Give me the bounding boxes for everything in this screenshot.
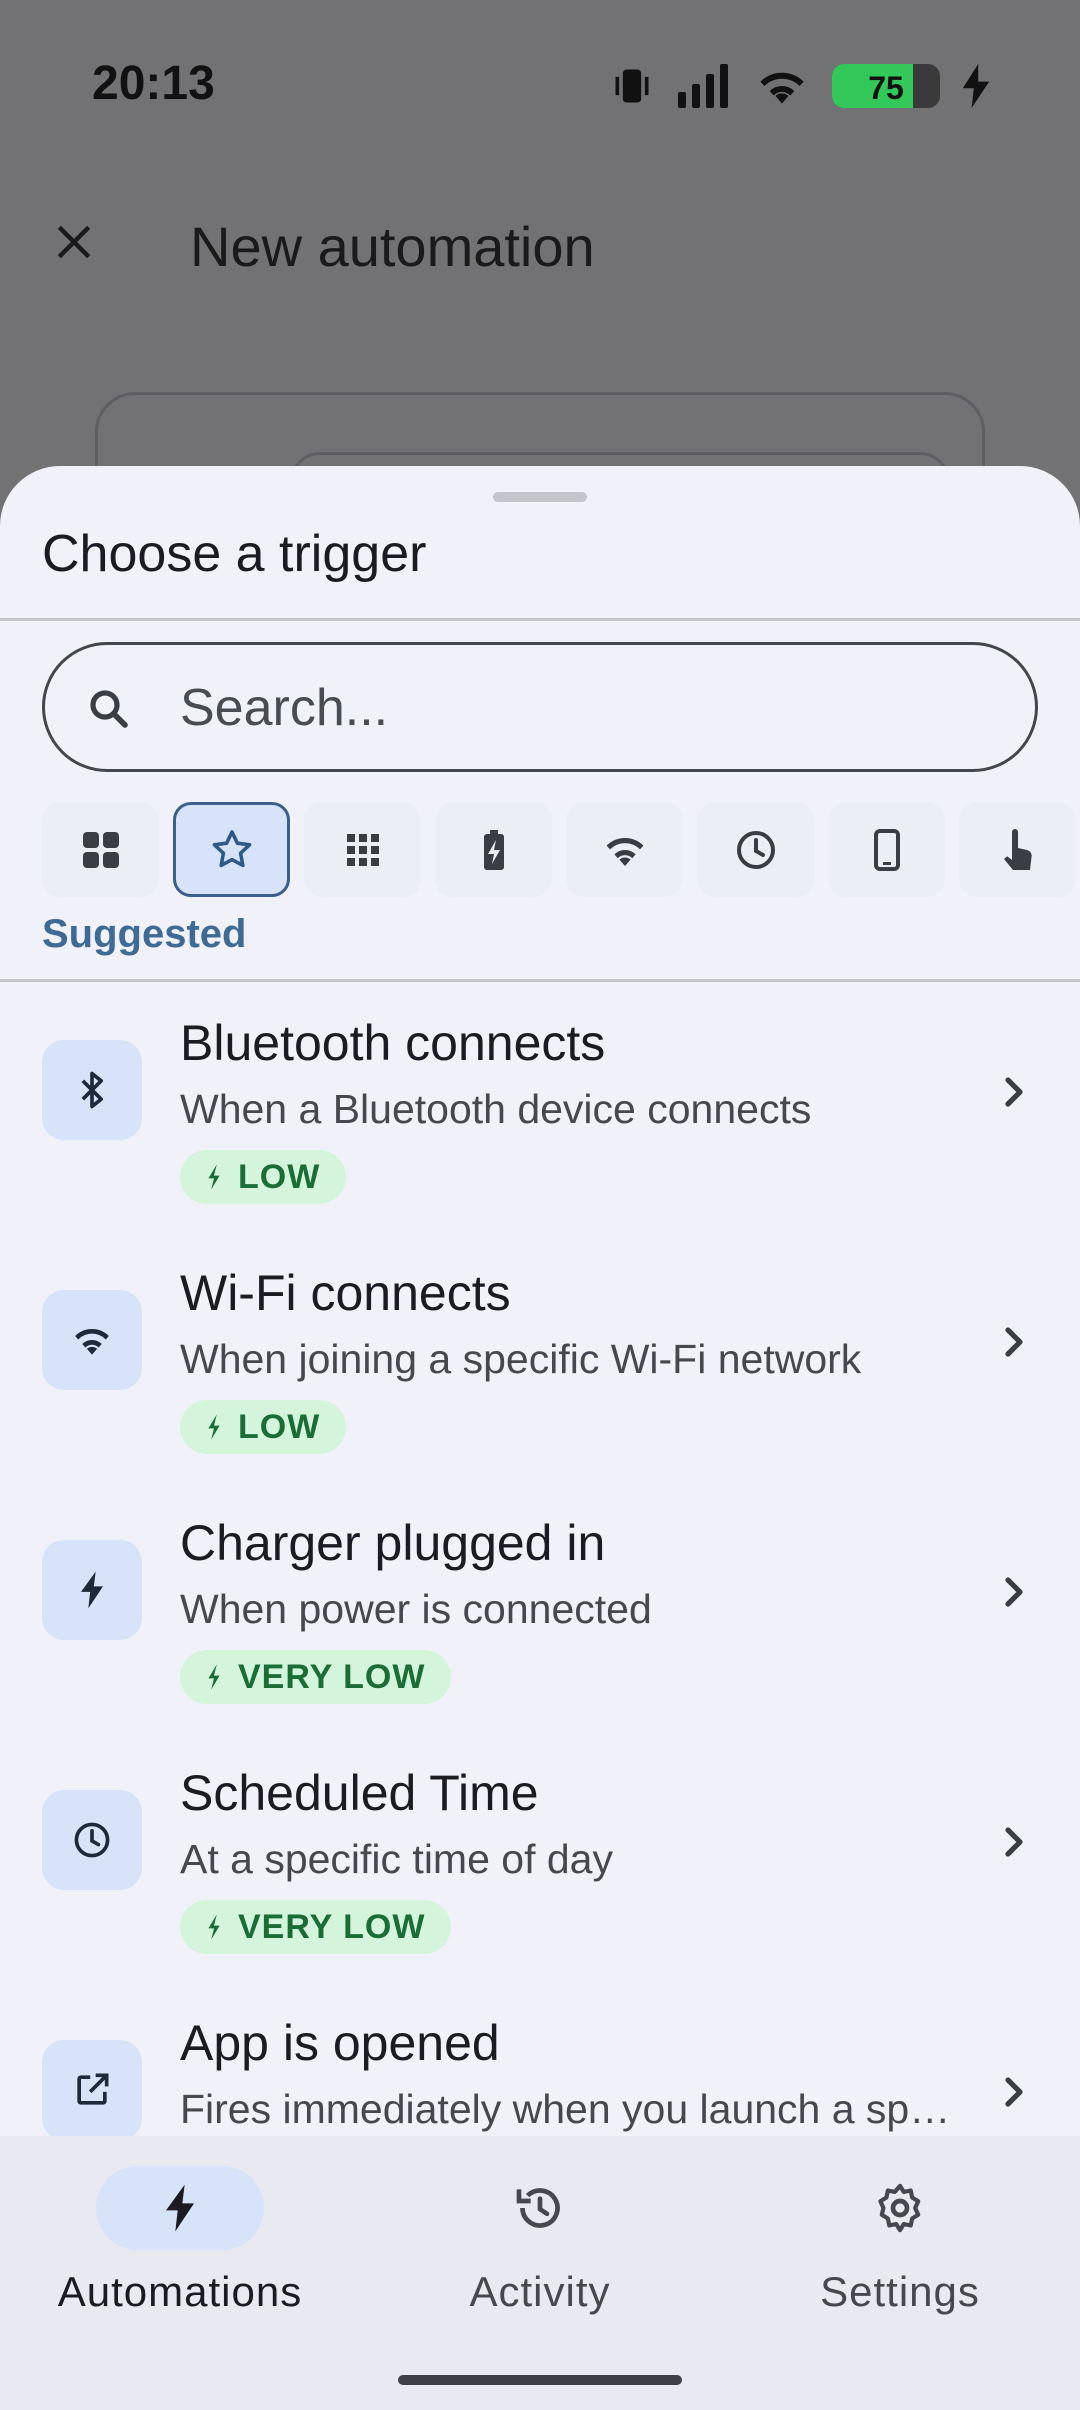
- search-field[interactable]: [42, 642, 1038, 772]
- chip-device[interactable]: [828, 802, 945, 897]
- chip-suggested[interactable]: [173, 802, 290, 897]
- gear-icon: [878, 2183, 921, 2233]
- search-icon: [90, 690, 128, 728]
- chip-gesture[interactable]: [959, 802, 1076, 897]
- home-indicator[interactable]: [398, 2375, 682, 2385]
- status-bar: 20:13 75: [0, 0, 1080, 170]
- wifi-icon: [606, 837, 643, 866]
- trigger-bottom-sheet: Choose a trigger Suggested: [0, 466, 1080, 2136]
- chip-network[interactable]: [566, 802, 683, 897]
- close-icon[interactable]: [52, 220, 96, 264]
- bluetooth-icon: [81, 1071, 103, 1109]
- chip-apps[interactable]: [304, 802, 421, 897]
- vibrate-icon: [615, 69, 649, 103]
- chevron-right-icon: [1005, 2077, 1023, 2107]
- item-subtitle: At a specific time of day: [180, 1836, 613, 1882]
- item-title: Scheduled Time: [180, 1765, 539, 1821]
- open-app-icon: [77, 2073, 109, 2105]
- item-subtitle: When power is connected: [180, 1586, 652, 1632]
- item-icon-container: [42, 1040, 142, 1140]
- nav-label: Activity: [469, 2268, 611, 2315]
- bottom-navigation: Automations Activity Settings: [0, 2136, 1080, 2410]
- battery-indicator: 75: [832, 64, 940, 108]
- nav-indicator: [96, 2166, 264, 2250]
- battery-impact-badge: VERY LOW: [180, 1900, 452, 1954]
- divider: [0, 979, 1080, 982]
- item-subtitle: When a Bluetooth device connects: [180, 1086, 812, 1132]
- status-time: 20:13: [92, 57, 215, 110]
- signal-icon: [678, 64, 728, 108]
- background-app-bar: New automation: [0, 190, 1080, 300]
- search-input[interactable]: [180, 677, 980, 739]
- charging-icon: [962, 64, 990, 108]
- nav-indicator: [456, 2166, 624, 2250]
- nav-activity[interactable]: Activity: [390, 2166, 690, 2346]
- phone-icon: [873, 828, 900, 871]
- grid-icon: [82, 831, 119, 868]
- badge-label: VERY LOW: [238, 1907, 426, 1946]
- wifi-status-icon: [760, 72, 804, 104]
- battery-percent: 75: [868, 70, 904, 106]
- item-subtitle: Fires immediately when you launch a spec…: [180, 2086, 970, 2132]
- battery-impact-badge: VERY LOW: [180, 1650, 452, 1704]
- nav-settings[interactable]: Settings: [750, 2166, 1050, 2346]
- chip-battery[interactable]: [435, 802, 552, 897]
- badge-label: VERY LOW: [238, 1657, 426, 1696]
- touch-icon: [1003, 828, 1032, 870]
- bolt-icon: [166, 2184, 194, 2232]
- item-title: App is opened: [180, 2015, 500, 2071]
- bolt-small-icon: [208, 1914, 220, 1940]
- battery-charging-icon: [483, 829, 504, 870]
- bolt-small-icon: [208, 1414, 220, 1440]
- bolt-small-icon: [208, 1164, 220, 1190]
- chevron-right-icon: [1005, 1827, 1023, 1857]
- item-title: Bluetooth connects: [180, 1015, 606, 1071]
- sheet-drag-handle[interactable]: [493, 492, 587, 502]
- item-icon-container: [42, 1540, 142, 1640]
- chevron-right-icon: [1005, 1077, 1023, 1107]
- apps-icon: [346, 833, 379, 866]
- trigger-item-bluetooth[interactable]: Bluetooth connects When a Bluetooth devi…: [0, 984, 1080, 1234]
- background-title: New automation: [190, 215, 595, 278]
- trigger-item-charger[interactable]: Charger plugged in When power is connect…: [0, 1484, 1080, 1734]
- nav-automations[interactable]: Automations: [30, 2166, 330, 2346]
- bolt-icon: [81, 1571, 103, 1609]
- nav-indicator: [816, 2166, 984, 2250]
- clock-icon: [736, 830, 775, 869]
- badge-label: LOW: [238, 1157, 321, 1196]
- sheet-title: Choose a trigger: [42, 525, 427, 583]
- chip-time[interactable]: [697, 802, 814, 897]
- item-title: Charger plugged in: [180, 1515, 606, 1571]
- item-subtitle: When joining a specific Wi-Fi network: [180, 1336, 862, 1382]
- chevron-right-icon: [1005, 1327, 1023, 1357]
- item-icon-container: [42, 1290, 142, 1390]
- item-title: Wi-Fi connects: [180, 1265, 511, 1321]
- trigger-item-app-opened[interactable]: App is opened Fires immediately when you…: [0, 1984, 1080, 2136]
- trigger-item-wifi[interactable]: Wi-Fi connects When joining a specific W…: [0, 1234, 1080, 1484]
- nav-label: Automations: [57, 2268, 303, 2315]
- item-icon-container: [42, 2040, 142, 2136]
- bolt-small-icon: [208, 1664, 220, 1690]
- status-icons: 75: [610, 60, 990, 112]
- chevron-right-icon: [1005, 1577, 1023, 1607]
- category-label: Suggested: [42, 912, 247, 956]
- badge-label: LOW: [238, 1407, 321, 1446]
- clock-icon: [74, 1822, 110, 1858]
- trigger-item-scheduled-time[interactable]: Scheduled Time At a specific time of day…: [0, 1734, 1080, 1984]
- star-icon: [212, 829, 251, 867]
- nav-label: Settings: [820, 2268, 980, 2315]
- item-icon-container: [42, 1790, 142, 1890]
- battery-impact-badge: LOW: [180, 1150, 347, 1204]
- history-icon: [516, 2188, 560, 2228]
- divider: [0, 618, 1080, 621]
- battery-impact-badge: LOW: [180, 1400, 347, 1454]
- trigger-list: Bluetooth connects When a Bluetooth devi…: [0, 984, 1080, 2136]
- wifi-icon: [75, 1329, 109, 1355]
- chip-all[interactable]: [42, 802, 159, 897]
